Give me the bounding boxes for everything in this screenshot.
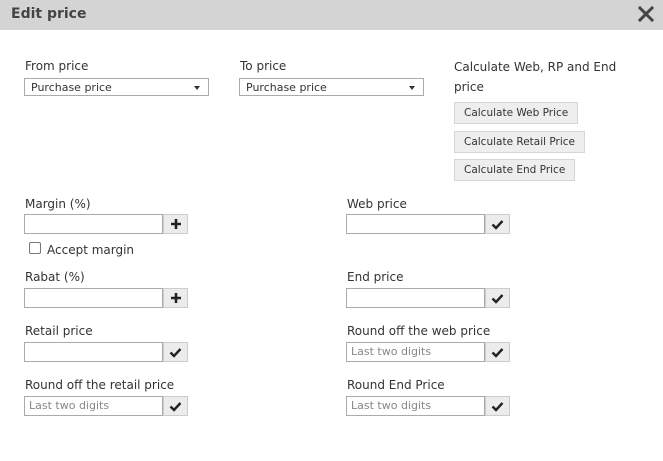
web-price-label: Web price [347,197,407,211]
calculate-retail-price-button[interactable]: Calculate Retail Price [454,131,585,153]
retail-price-input[interactable] [24,342,163,362]
confirm-end-price-button[interactable] [485,288,510,308]
add-rabat-button[interactable] [163,288,188,308]
plus-icon [170,293,181,303]
chevron-down-icon [194,86,200,90]
accept-margin-checkbox[interactable] [29,242,41,254]
calculate-end-price-button[interactable]: Calculate End Price [454,159,576,181]
round-web-input[interactable]: Last two digits [346,342,485,362]
confirm-round-retail-button[interactable] [163,396,188,416]
plus-icon [170,219,181,229]
check-icon [491,219,504,230]
chevron-down-icon [409,86,415,90]
close-icon [638,6,654,22]
from-price-label: From price [25,59,89,73]
round-retail-label: Round off the retail price [25,378,175,392]
retail-price-label: Retail price [25,324,93,338]
add-margin-button[interactable] [163,214,188,234]
accept-margin-label: Accept margin [47,243,135,257]
confirm-web-price-button[interactable] [485,214,510,234]
calculate-label: Calculate Web, RP and End price [454,60,617,94]
from-price-select[interactable]: Purchase price [24,78,209,96]
end-price-label: End price [347,270,404,284]
check-icon [491,347,504,358]
dialog-title: Edit price [11,6,87,22]
confirm-round-end-button[interactable] [485,396,510,416]
round-end-input[interactable]: Last two digits [346,396,485,416]
to-price-value: Purchase price [246,81,327,94]
confirm-round-web-button[interactable] [485,342,510,362]
check-icon [169,347,182,358]
round-end-label: Round End Price [347,378,445,392]
calculate-web-price-button[interactable]: Calculate Web Price [454,102,579,124]
to-price-select[interactable]: Purchase price [239,78,424,96]
check-icon [169,401,182,412]
check-icon [491,401,504,412]
round-web-label: Round off the web price [347,324,491,338]
web-price-input[interactable] [346,214,485,234]
margin-input[interactable] [24,214,163,234]
rabat-input[interactable] [24,288,163,308]
confirm-retail-price-button[interactable] [163,342,188,362]
round-retail-input[interactable]: Last two digits [24,396,163,416]
from-price-value: Purchase price [31,81,112,94]
check-icon [491,293,504,304]
close-button[interactable] [635,3,657,25]
to-price-label: To price [240,59,287,73]
dialog-titlebar: Edit price [0,0,663,30]
end-price-input[interactable] [346,288,485,308]
margin-label: Margin (%) [25,197,91,211]
rabat-label: Rabat (%) [25,270,85,284]
